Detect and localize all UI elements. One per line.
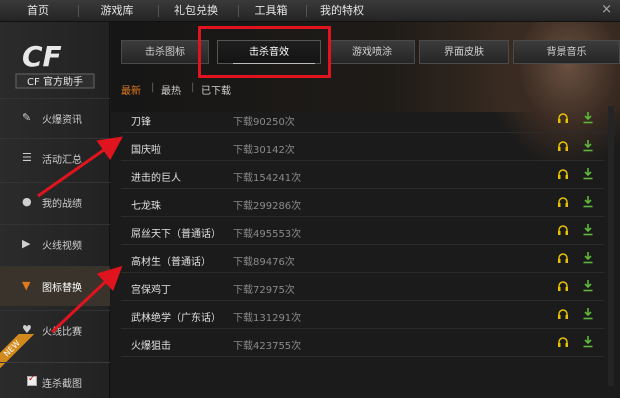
arrow-to-sixth-row <box>50 265 123 334</box>
annotation-arrows <box>37 136 123 334</box>
arrow-to-first-row <box>37 136 123 198</box>
